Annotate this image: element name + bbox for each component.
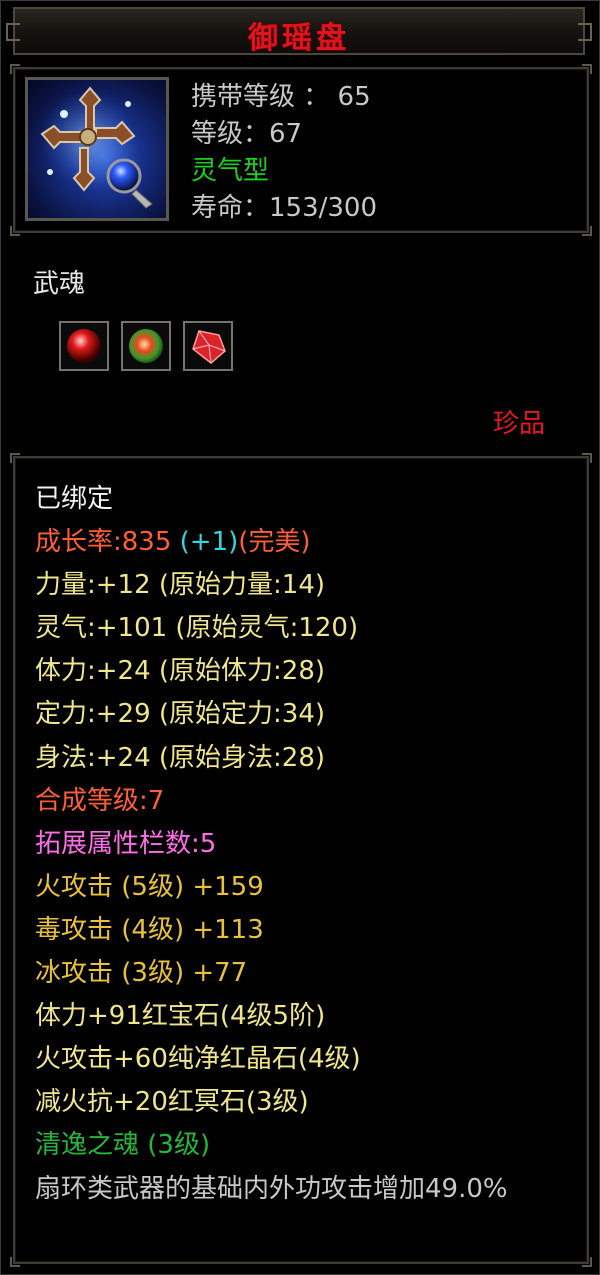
item-lifespan: 寿命：153/300 [191, 193, 378, 223]
item-info-panel: 携带等级 ： 65 等级：67 灵气型 寿命：153/300 [10, 64, 592, 236]
growth-rating: (完美) [238, 527, 311, 558]
gem-bonus-2: 火攻击+60纯净红晶石(4级) [35, 1044, 361, 1075]
fan-ring-weapon-icon [25, 77, 169, 221]
weapon-soul-description: 扇环类武器的基础内外功攻击增加49.0% [35, 1173, 508, 1204]
stat-stamina: 体力:+24 (原始体力:28) [35, 656, 326, 687]
extend-slots: 拓展属性栏数:5 [35, 828, 217, 859]
attribute-panel: 已绑定 成长率:835 (+1)(完美) 力量:+12 (原始力量:14) 灵气… [10, 453, 592, 1267]
rarity-label: 珍品 [493, 409, 546, 439]
bound-status: 已绑定 [35, 484, 114, 514]
growth-bonus: (+1) [179, 527, 239, 558]
stat-spirit: 灵气:+101 (原始灵气:120) [35, 613, 359, 644]
attribute-list: 已绑定 成长率:835 (+1)(完美) 力量:+12 (原始力量:14) 灵气… [35, 478, 555, 1211]
item-tooltip: 御瑶盘 携带等级 ： 65 等级：67 灵气型 寿命：153/300 武魂 珍品… [0, 0, 600, 1275]
item-level: 等级：67 [191, 119, 303, 149]
item-name: 御瑶盘 [248, 21, 350, 56]
growth-rate: 成长率:835 (+1)(完美) [35, 521, 555, 564]
carry-level: 携带等级 ： 65 [191, 82, 371, 112]
soul-section-label: 武魂 [33, 269, 86, 299]
red-orb-gem-icon[interactable] [59, 321, 109, 371]
green-orb-gem-icon[interactable] [121, 321, 171, 371]
synthesis-level: 合成等级:7 [35, 785, 165, 816]
growth-rate-value: 成长率:835 [35, 527, 180, 558]
ice-attack: 冰攻击 (3级) +77 [35, 958, 248, 989]
title-bar: 御瑶盘 [6, 7, 592, 56]
gem-bonus-3: 减火抗+20红冥石(3级) [35, 1087, 309, 1118]
item-type: 灵气型 [191, 156, 270, 186]
stat-focus: 定力:+29 (原始定力:34) [35, 699, 326, 730]
red-crystal-gem-icon[interactable] [183, 321, 233, 371]
weapon-soul-name: 清逸之魂 (3级) [35, 1130, 211, 1161]
poison-attack: 毒攻击 (4级) +113 [35, 914, 264, 945]
stat-strength: 力量:+12 (原始力量:14) [35, 570, 326, 601]
item-info-lines: 携带等级 ： 65 等级：67 灵气型 寿命：153/300 [191, 79, 377, 227]
gem-bonus-1: 体力+91红宝石(4级5阶) [35, 1001, 326, 1032]
fire-attack: 火攻击 (5级) +159 [35, 871, 264, 902]
stat-agility: 身法:+24 (原始身法:28) [35, 742, 326, 773]
